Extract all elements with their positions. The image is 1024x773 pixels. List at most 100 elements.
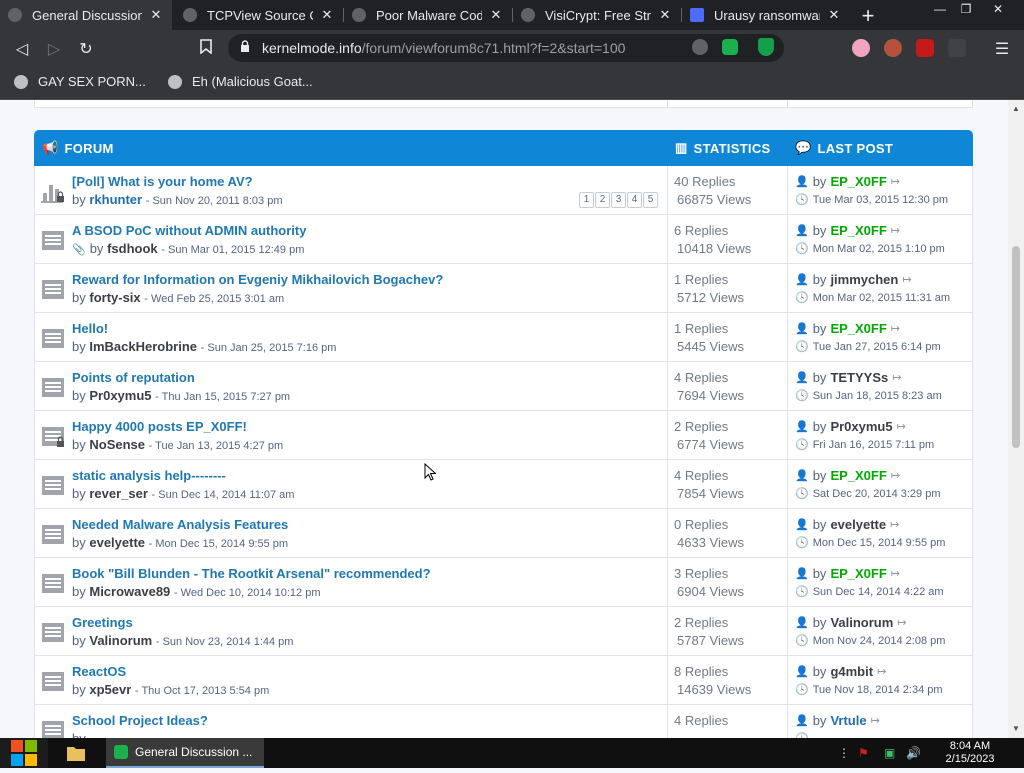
bookmark-icon[interactable] (196, 39, 216, 59)
topic-row[interactable]: Book "Bill Blunden - The Rootkit Arsenal… (34, 558, 973, 607)
topic-author-link[interactable]: ImBackHerobrine (89, 339, 197, 354)
last-post-user-link[interactable]: EP_X0FF (830, 566, 886, 581)
page-link[interactable]: 1 (579, 192, 594, 208)
shield-icon[interactable] (758, 38, 774, 56)
topic-title-link[interactable]: Happy 4000 posts EP_X0FF! (72, 419, 247, 434)
page-link[interactable]: 2 (595, 192, 610, 208)
topic-author-link[interactable]: NoSense (89, 437, 145, 452)
topic-author-link[interactable]: Microwave89 (89, 584, 170, 599)
goto-post-icon[interactable]: ↦ (902, 273, 911, 286)
topic-row[interactable]: School Project Ideas? by 4 Replies 👤byVr… (34, 705, 973, 738)
scroll-down-icon[interactable]: ▼ (1012, 724, 1020, 733)
topic-title-link[interactable]: Hello! (72, 321, 108, 336)
goto-post-icon[interactable]: ↦ (891, 322, 900, 335)
goto-post-icon[interactable]: ↦ (871, 714, 880, 727)
last-post-user-link[interactable]: EP_X0FF (830, 321, 886, 336)
last-post-user-link[interactable]: EP_X0FF (830, 174, 886, 189)
topic-title-link[interactable]: [Poll] What is your home AV? (72, 174, 253, 189)
tab-general-discussion[interactable]: General Discussion - ✕ (0, 0, 172, 30)
topic-author-link[interactable]: fsdhook (107, 241, 158, 256)
close-icon[interactable]: ✕ (657, 7, 673, 23)
last-post-user-link[interactable]: g4mbit (830, 664, 873, 679)
topic-title-link[interactable]: Book "Bill Blunden - The Rootkit Arsenal… (72, 566, 431, 581)
page-link[interactable]: 3 (611, 192, 626, 208)
scroll-thumb[interactable] (1012, 246, 1020, 448)
last-post-user-link[interactable]: Valinorum (830, 615, 893, 630)
page-link[interactable]: 4 (627, 192, 642, 208)
topic-author-link[interactable]: rever_ser (89, 486, 148, 501)
bookmark-item[interactable]: Eh (Malicious Goat... (168, 74, 313, 89)
new-tab-button[interactable]: + (857, 3, 879, 29)
topic-title-link[interactable]: A BSOD PoC without ADMIN authority (72, 223, 306, 238)
goto-post-icon[interactable]: ↦ (891, 567, 900, 580)
topic-row[interactable]: [Poll] What is your home AV? by rkhunter… (34, 166, 973, 215)
network-icon[interactable]: ▣ (884, 746, 895, 760)
goto-post-icon[interactable]: ↦ (892, 371, 901, 384)
page-link[interactable]: 5 (643, 192, 658, 208)
extension-green-icon[interactable] (722, 39, 738, 55)
page-scrollbar[interactable]: ▲ ▼ (1008, 100, 1024, 738)
last-post-user-link[interactable]: Pr0xymu5 (830, 419, 892, 434)
reload-icon[interactable]: ↻ (76, 39, 96, 59)
goto-post-icon[interactable]: ↦ (891, 469, 900, 482)
topic-author-link[interactable]: xp5evr (89, 682, 131, 697)
tracking-blocked-icon[interactable] (692, 39, 708, 55)
overflow-dots-icon[interactable]: ⋮ (838, 746, 850, 760)
topic-title-link[interactable]: School Project Ideas? (72, 713, 208, 728)
forward-icon[interactable]: ▷ (44, 39, 64, 59)
scroll-up-icon[interactable]: ▲ (1012, 104, 1020, 113)
close-icon[interactable]: ✕ (488, 7, 504, 23)
file-explorer-icon[interactable] (66, 744, 86, 762)
topic-row[interactable]: Hello! by ImBackHerobrine - Sun Jan 25, … (34, 313, 973, 362)
topic-author-link[interactable]: Valinorum (89, 633, 152, 648)
back-icon[interactable]: ◁ (12, 39, 32, 59)
topic-title-link[interactable]: Needed Malware Analysis Features (72, 517, 288, 532)
topic-row[interactable]: A BSOD PoC without ADMIN authority 📎 by f… (34, 215, 973, 264)
last-post-user-link[interactable]: EP_X0FF (830, 468, 886, 483)
topic-row[interactable]: Greetings by Valinorum - Sun Nov 23, 201… (34, 607, 973, 656)
goto-post-icon[interactable]: ↦ (897, 420, 906, 433)
flag-icon[interactable]: ⚑ (858, 746, 869, 760)
tab-tcpview[interactable]: TCPView Source Co ✕ (175, 0, 343, 30)
close-window-button[interactable]: ✕ (984, 0, 1012, 18)
menu-icon[interactable]: ☰ (992, 39, 1012, 59)
tab-visicrypt[interactable]: VisiCrypt: Free Stron ✕ (513, 0, 681, 30)
topic-title-link[interactable]: Reward for Information on Evgeniy Mikhai… (72, 272, 443, 287)
tab-urausy[interactable]: Urausy ransomware ✕ (682, 0, 850, 30)
ublock-icon[interactable] (916, 39, 934, 57)
topic-row[interactable]: ReactOS by xp5evr - Thu Oct 17, 2013 5:5… (34, 656, 973, 705)
topic-row[interactable]: static analysis help-------- by rever_se… (34, 460, 973, 509)
topic-row[interactable]: Reward for Information on Evgeniy Mikhai… (34, 264, 973, 313)
close-icon[interactable]: ✕ (319, 7, 335, 23)
topic-title-link[interactable]: Points of reputation (72, 370, 195, 385)
topic-row[interactable]: Happy 4000 posts EP_X0FF! by NoSense - T… (34, 411, 973, 460)
topic-author-link[interactable]: forty-six (89, 290, 140, 305)
address-bar[interactable]: kernelmode.info/forum/viewforum8c71.html… (228, 34, 784, 62)
topic-author-link[interactable]: rkhunter (89, 192, 142, 207)
extension-icon[interactable] (948, 39, 966, 57)
topic-title-link[interactable]: ReactOS (72, 664, 126, 679)
start-button[interactable] (0, 738, 48, 768)
last-post-user-link[interactable]: Vrtule (830, 713, 866, 728)
topic-author-link[interactable]: Pr0xymu5 (89, 388, 151, 403)
tab-poor-malware[interactable]: Poor Malware Coding ✕ (344, 0, 512, 30)
volume-icon[interactable]: 🔊 (906, 746, 921, 760)
topic-title-link[interactable]: Greetings (72, 615, 133, 630)
close-icon[interactable]: ✕ (826, 7, 842, 23)
goto-post-icon[interactable]: ↦ (890, 518, 899, 531)
last-post-user-link[interactable]: EP_X0FF (830, 223, 886, 238)
clock[interactable]: 8:04 AM 2/15/2023 (940, 740, 1000, 766)
taskbar-item-browser[interactable]: General Discussion ... (106, 738, 264, 768)
goto-post-icon[interactable]: ↦ (891, 175, 900, 188)
topic-row[interactable]: Points of reputation by Pr0xymu5 - Thu J… (34, 362, 973, 411)
topic-author-link[interactable]: evelyette (89, 535, 145, 550)
topic-title-link[interactable]: static analysis help-------- (72, 468, 226, 483)
goto-post-icon[interactable]: ↦ (897, 616, 906, 629)
last-post-user-link[interactable]: evelyette (830, 517, 886, 532)
goto-post-icon[interactable]: ↦ (877, 665, 886, 678)
restore-button[interactable]: ❐ (952, 0, 980, 18)
profile-avatar-icon[interactable] (884, 39, 902, 57)
minimize-button[interactable]: — (926, 0, 954, 18)
last-post-user-link[interactable]: jimmychen (830, 272, 898, 287)
close-icon[interactable]: ✕ (148, 7, 164, 23)
